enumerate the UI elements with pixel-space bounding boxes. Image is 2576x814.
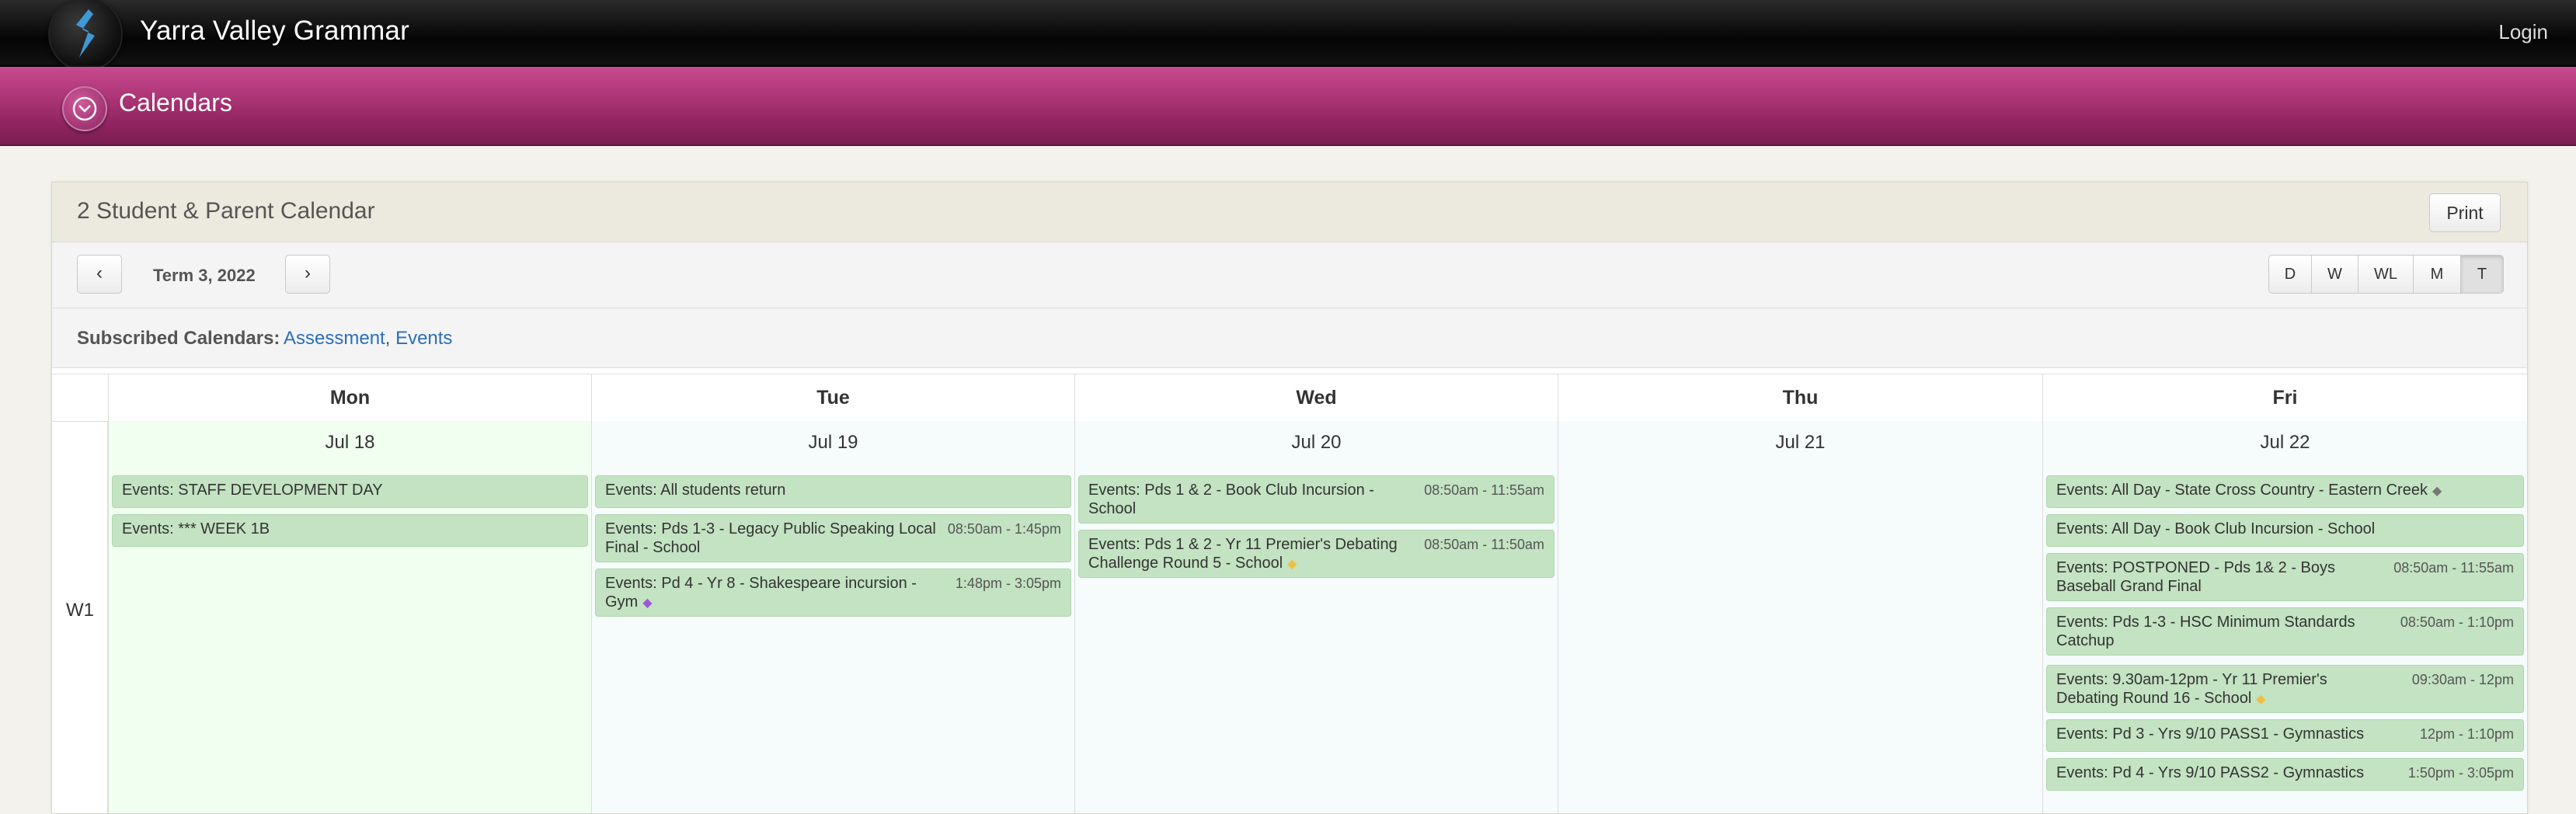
event-time: 12pm - 1:10pm (2419, 726, 2514, 742)
day-column-mon[interactable]: Jul 18 Events: STAFF DEVELOPMENT DAY Even… (108, 421, 591, 813)
tag-icon: ◆ (2432, 485, 2442, 498)
calendar-event[interactable]: Events: Pds 1-3 - Legacy Public Speaking… (595, 514, 1071, 562)
day-header: Wed (1074, 374, 1558, 421)
calendar-event[interactable]: Events: Pd 4 - Yr 8 - Shakespeare incurs… (595, 569, 1071, 617)
calendar-grid: Mon Tue Wed Thu Fri W1 Jul 18 Events: ST… (52, 374, 2527, 813)
school-logo-icon[interactable] (48, 0, 123, 71)
event-title: Events: All Day - Book Club Incursion - … (2056, 520, 2376, 537)
calendar-event[interactable]: Events: STAFF DEVELOPMENT DAY (112, 475, 588, 508)
navigation-row: ‹ Term 3, 2022 › D W WL M T (52, 242, 2527, 308)
calendar-event[interactable]: Events: Pds 1-3 - HSC Minimum Standards … (2046, 607, 2524, 656)
event-time: 1:50pm - 3:05pm (2407, 765, 2514, 781)
calendar-event[interactable]: Events: *** WEEK 1B (112, 514, 588, 547)
day-date: Jul 19 (808, 432, 858, 453)
calendar-event[interactable]: Events: Pd 4 - Yrs 9/10 PASS2 - Gymnasti… (2046, 758, 2524, 791)
calendar-event[interactable]: Events: 9.30am-12pm - Yr 11 Premier's De… (2046, 665, 2524, 713)
calendar-event[interactable]: Events: POSTPONED - Pds 1& 2 - Boys Base… (2046, 553, 2524, 601)
subscribed-row: Subscribed Calendars: Assessment, Events (52, 308, 2527, 368)
day-column-wed[interactable]: Jul 20 Events: Pds 1 & 2 - Book Club Inc… (1074, 421, 1558, 813)
view-week-button[interactable]: W (2311, 255, 2358, 294)
tag-icon: ◆ (2256, 693, 2266, 706)
event-time: 08:50am - 11:55am (2393, 560, 2514, 576)
view-term-button[interactable]: T (2460, 255, 2504, 294)
view-day-button[interactable]: D (2268, 255, 2312, 294)
event-time: 08:50am - 1:45pm (947, 521, 1061, 537)
section-bar: Calendars (0, 67, 2576, 146)
calendar-event[interactable]: Events: Pds 1 & 2 - Yr 11 Premier's Deba… (1078, 530, 1554, 578)
calendar-panel: 2 Student & Parent Calendar Print ‹ Term… (51, 182, 2528, 814)
print-button[interactable]: Print (2429, 193, 2501, 232)
day-header-row: Mon Tue Wed Thu Fri (52, 374, 2527, 422)
event-title: Events: STAFF DEVELOPMENT DAY (122, 482, 383, 499)
calendar-title: 2 Student & Parent Calendar (77, 198, 375, 224)
day-column-tue[interactable]: Jul 19 Events: All students return Events… (591, 421, 1074, 813)
event-title: Events: All Day - State Cross Country - … (2056, 481, 2514, 501)
week-number: W1 (66, 600, 94, 621)
event-time: 1:48pm - 3:05pm (955, 576, 1061, 591)
day-date: Jul 20 (1291, 432, 1342, 453)
day-column-fri[interactable]: Jul 22 Events: All Day - State Cross Cou… (2042, 421, 2527, 813)
calendar-event[interactable]: Events: All Day - Book Club Incursion - … (2046, 514, 2524, 547)
page-title: Calendars (119, 89, 232, 117)
event-time: 08:50am - 11:55am (1424, 482, 1544, 498)
clock-icon[interactable] (62, 86, 107, 131)
top-bar: Yarra Valley Grammar Login (0, 0, 2576, 71)
day-column-thu[interactable]: Jul 21 (1558, 421, 2042, 813)
tag-icon: ◆ (642, 597, 653, 610)
panel-header: 2 Student & Parent Calendar Print (52, 183, 2527, 242)
calendar-event[interactable]: Events: All Day - State Cross Country - … (2046, 475, 2524, 508)
event-time: 09:30am - 12pm (2411, 672, 2514, 687)
view-month-button[interactable]: M (2413, 255, 2461, 294)
day-date: Jul 22 (2260, 432, 2310, 453)
day-header: Tue (591, 374, 1074, 421)
day-date: Jul 18 (325, 432, 375, 453)
day-header: Fri (2042, 374, 2527, 421)
calendar-event[interactable]: Events: Pd 3 - Yrs 9/10 PASS1 - Gymnasti… (2046, 719, 2524, 752)
week-label: W1 (52, 421, 108, 813)
next-term-button[interactable]: › (285, 255, 330, 294)
school-name[interactable]: Yarra Valley Grammar (140, 16, 409, 47)
view-week-list-button[interactable]: WL (2358, 255, 2414, 294)
event-time: 08:50am - 1:10pm (2400, 614, 2514, 630)
calendar-event[interactable]: Events: Pds 1 & 2 - Book Club Incursion … (1078, 475, 1554, 524)
events-calendar-link[interactable]: Events (395, 328, 452, 349)
assessment-calendar-link[interactable]: Assessment (284, 328, 385, 349)
subscribed-links: Assessment, Events (284, 328, 453, 349)
term-label: Term 3, 2022 (153, 266, 256, 285)
view-switcher: D W WL M T (2268, 255, 2504, 294)
subscribed-label: Subscribed Calendars: (77, 328, 280, 349)
day-header: Mon (108, 374, 591, 421)
event-time: 08:50am - 11:50am (1424, 537, 1544, 552)
event-title: Events: *** WEEK 1B (122, 520, 270, 537)
tag-icon: ◆ (1287, 558, 1297, 571)
login-link[interactable]: Login (2498, 20, 2548, 44)
day-header: Thu (1558, 374, 2042, 421)
prev-term-button[interactable]: ‹ (77, 255, 122, 294)
day-date: Jul 21 (1775, 432, 1826, 453)
event-title: Events: All students return (605, 482, 786, 499)
calendar-event[interactable]: Events: All students return (595, 475, 1071, 508)
